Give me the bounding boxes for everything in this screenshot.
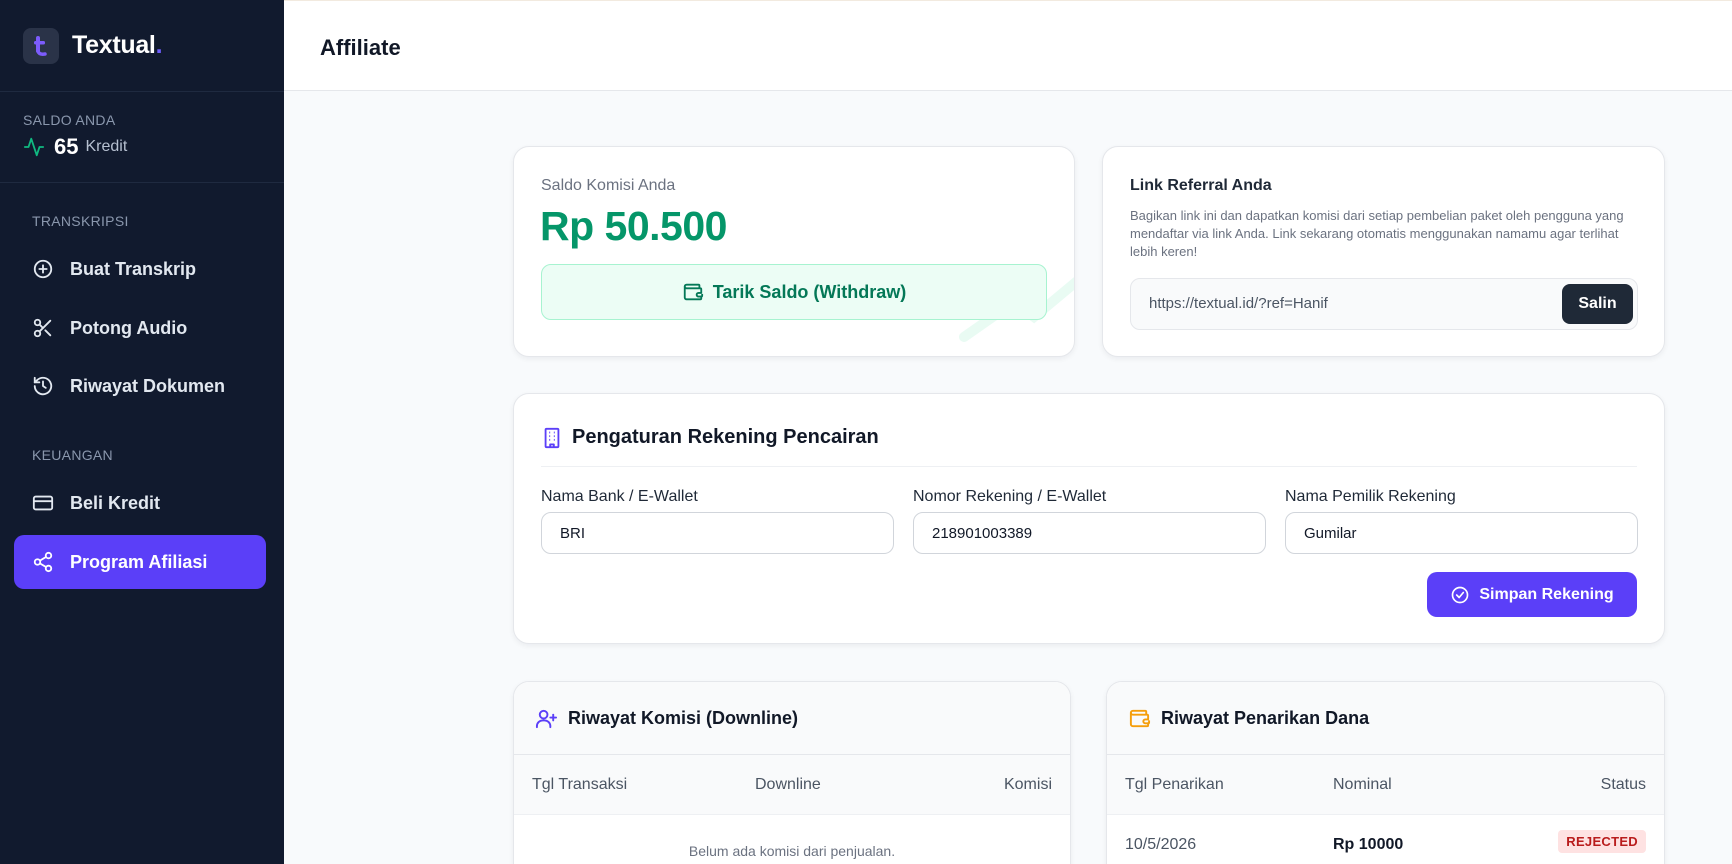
plus-circle-icon (33, 259, 53, 279)
nav-item-riwayat-dokumen[interactable]: Riwayat Dokumen (14, 359, 266, 413)
topbar: Affiliate (284, 0, 1732, 91)
nav-item-potong-audio[interactable]: Potong Audio (14, 301, 266, 355)
nav-item-program-afiliasi[interactable]: Program Afiliasi (14, 535, 266, 589)
table-header-row: Tgl Transaksi Downline Komisi (514, 755, 1070, 815)
nav-item-beli-kredit[interactable]: Beli Kredit (14, 476, 266, 530)
empty-state: Belum ada komisi dari penjualan. (688, 843, 896, 859)
sidebar: Textual. SALDO ANDA 65 Kredit TRANSKRIPS… (0, 0, 284, 864)
balance-amount: 65 (54, 134, 79, 159)
status-badge: REJECTED (1558, 830, 1646, 853)
column-header: Komisi (1003, 776, 1052, 793)
activity-icon (23, 137, 45, 157)
table-header-row: Tgl Penarikan Nominal Status (1107, 755, 1664, 815)
share-icon (33, 551, 53, 573)
account-number-input[interactable] (913, 512, 1266, 554)
commission-label: Saldo Komisi Anda (541, 177, 676, 194)
withdraw-amount: Rp 10000 (1333, 836, 1404, 853)
copy-button[interactable]: Salin (1562, 284, 1633, 324)
withdraw-history-card: Riwayat Penarikan Dana Tgl Penarikan Nom… (1106, 681, 1665, 864)
balance-unit: Kredit (85, 138, 128, 155)
history-icon (33, 376, 53, 396)
page-title: Affiliate (320, 35, 401, 60)
check-circle-icon (1452, 586, 1469, 603)
brand[interactable]: Textual. (0, 0, 284, 92)
nav-section-keuangan: KEUANGAN (32, 447, 113, 463)
referral-link-box: Salin (1130, 278, 1638, 330)
account-settings-title: Pengaturan Rekening Pencairan (572, 426, 879, 448)
brand-name: Textual. (72, 31, 163, 59)
scissors-icon (33, 318, 52, 338)
commission-amount: Rp 50.500 (540, 203, 727, 249)
balance-label: SALDO ANDA (23, 112, 116, 128)
account-settings-card: Pengaturan Rekening Pencairan Nama Bank … (513, 393, 1665, 644)
referral-title: Link Referral Anda (1130, 177, 1272, 194)
nav-label: Riwayat Dokumen (70, 375, 226, 396)
column-header: Downline (755, 776, 821, 793)
bank-name-input[interactable] (541, 512, 894, 554)
withdraw-history-heading: Riwayat Penarikan Dana (1107, 682, 1664, 755)
withdraw-date: 10/5/2026 (1125, 836, 1197, 853)
user-plus-icon (535, 709, 558, 728)
commission-history-title: Riwayat Komisi (Downline) (568, 707, 799, 728)
wallet-icon (683, 283, 703, 301)
column-header: Status (1600, 776, 1646, 793)
commission-card: Saldo Komisi Anda Rp 50.500 Tarik Saldo … (513, 146, 1075, 357)
credit-balance: SALDO ANDA 65 Kredit (0, 92, 284, 183)
account-settings-heading: Pengaturan Rekening Pencairan (541, 426, 879, 449)
withdraw-history-title: Riwayat Penarikan Dana (1161, 707, 1370, 728)
commission-history-card: Riwayat Komisi (Downline) Tgl Transaksi … (513, 681, 1071, 864)
logo-icon (23, 27, 59, 64)
save-account-label: Simpan Rekening (1479, 585, 1614, 603)
withdraw-button[interactable]: Tarik Saldo (Withdraw) (541, 264, 1047, 320)
nav-item-buat-transkrip[interactable]: Buat Transkrip (14, 242, 266, 296)
nav-section-transkripsi: TRANSKRIPSI (32, 213, 129, 229)
save-account-button[interactable]: Simpan Rekening (1427, 572, 1637, 617)
commission-history-heading: Riwayat Komisi (Downline) (514, 682, 1070, 755)
bank-label: Nama Bank / E-Wallet (541, 488, 698, 505)
column-header: Nominal (1333, 776, 1392, 793)
divider (541, 466, 1637, 467)
nav-label: Buat Transkrip (70, 258, 197, 279)
owner-label: Nama Pemilik Rekening (1285, 488, 1456, 505)
building-icon (544, 427, 560, 448)
account-number-label: Nomor Rekening / E-Wallet (913, 488, 1107, 505)
credit-card-icon (32, 495, 54, 511)
nav-label: Program Afiliasi (70, 551, 208, 572)
referral-card: Link Referral Anda Bagikan link ini dan … (1102, 146, 1665, 357)
nav-label: Beli Kredit (70, 492, 161, 513)
wallet-icon (1129, 709, 1151, 727)
column-header: Tgl Penarikan (1125, 776, 1224, 793)
nav-label: Potong Audio (70, 317, 188, 338)
owner-name-input[interactable] (1285, 512, 1638, 554)
column-header: Tgl Transaksi (532, 776, 628, 793)
referral-description: Bagikan link ini dan dapatkan komisi dar… (1130, 208, 1624, 259)
withdraw-label: Tarik Saldo (Withdraw) (712, 281, 907, 302)
referral-link-input[interactable] (1149, 295, 1529, 312)
